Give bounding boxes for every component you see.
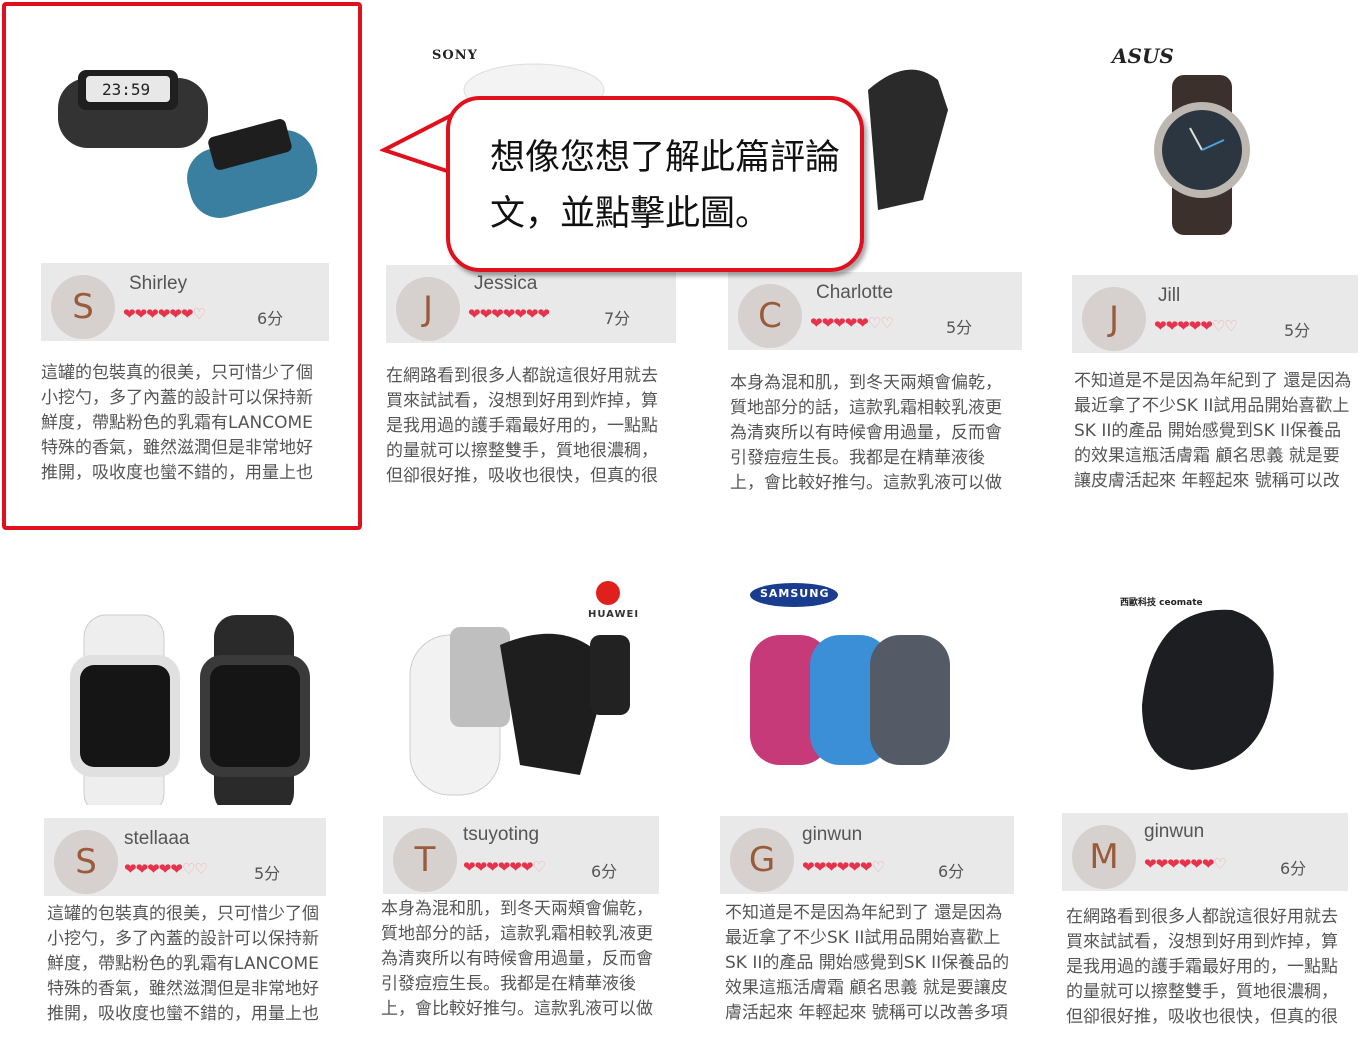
review-text: 在網路看到很多人都說這很好用就去買來試試看，沒想到好用到炸掉，算是我用過的護手霜… [1066,907,1338,1027]
reviewer-box: C Charlotte ❤❤❤❤❤♡♡ 5分 [728,272,1022,350]
reviewer-box: G ginwun ❤❤❤❤❤❤♡ 6分 [720,816,1014,894]
product-image[interactable] [44,565,364,816]
avatar: G [730,828,794,892]
avatar: C [738,284,802,348]
review-text: 不知道是不是因為年紀到了 還是因為最近拿了不少SK II試用品開始喜歡上SK I… [1074,371,1352,491]
avatar: T [393,828,457,892]
reviewer-box: T tsuyoting ❤❤❤❤❤❤♡ 6分 [383,816,659,894]
highlight-frame [2,2,362,530]
reviewer-name: Jill [1158,285,1181,306]
avatar: J [396,277,460,341]
rating-score: 5分 [946,318,973,337]
product-image[interactable]: HUAWEI [380,565,700,805]
review-text: 本身為混和肌，到冬天兩頰會偏乾，質地部分的話，這款乳霜相較乳液更為清爽所以有時候… [381,899,653,1019]
talkband-icon [409,581,630,796]
brand-logo: 西歐科技 ceomate [1120,598,1203,608]
rating-score: 7分 [604,309,631,328]
avatar: S [54,830,118,894]
reviewer-name: tsuyoting [463,824,540,845]
reviewer-name: Jessica [474,273,538,294]
review-text: 這罐的包裝真的很美，只可惜少了個小挖勺，多了內蓋的設計可以保持新鮮度，帶點粉色的… [47,904,319,1024]
rating-hearts: ❤❤❤❤❤♡♡ [124,860,208,878]
brand-logo: SONY [432,48,478,63]
reviewer-name: ginwun [802,824,863,845]
rating-score: 6分 [938,862,965,881]
review-text: 不知道是不是因為年紀到了 還是因為最近拿了不少SK II試用品開始喜歡上SK I… [725,903,1010,1023]
reviewer-box: J Jessica ❤❤❤❤❤❤❤ 7分 [386,265,676,343]
rating-score: 6分 [591,862,618,881]
brand-logo: SAMSUNG [760,587,830,600]
product-image[interactable]: ASUS [1072,0,1369,240]
reviewer-name: stellaaa [124,828,190,849]
rating-hearts: ❤❤❤❤❤❤♡ [802,858,885,876]
rating-score: 5分 [254,864,281,883]
brand-logo: ASUS [1112,44,1174,68]
rating-hearts: ❤❤❤❤❤❤♡ [1144,855,1227,873]
avatar: J [1082,287,1146,351]
reviewer-box: M ginwun ❤❤❤❤❤❤♡ 6分 [1062,813,1348,891]
smartwatch-pair-icon [70,614,310,816]
product-image[interactable]: SAMSUNG [720,565,1040,805]
reviewer-box: S stellaaa ❤❤❤❤❤♡♡ 5分 [44,818,326,896]
rating-hearts: ❤❤❤❤❤❤♡ [463,858,546,876]
reviewer-box: J Jill ❤❤❤❤❤♡♡ 5分 [1072,275,1358,353]
black-band-icon [1142,609,1274,770]
callout-text: 想像您想了解此篇評論文，並點擊此圖。 [490,138,841,234]
brand-logo: HUAWEI [588,609,640,620]
rating-hearts: ❤❤❤❤❤❤❤ [468,305,550,323]
asus-watch-icon [1154,75,1250,235]
rating-score: 5分 [1284,321,1311,340]
rating-hearts: ❤❤❤❤❤♡♡ [1154,317,1238,335]
product-image[interactable]: 西歐科技 ceomate [1062,565,1369,805]
avatar: M [1072,825,1136,889]
reviewer-name: ginwun [1144,821,1205,842]
instruction-callout: 想像您想了解此篇評論文，並點擊此圖。 [446,96,864,272]
review-text: 在網路看到很多人都說這很好用就去買來試試看，沒想到好用到炸掉，算是我用過的護手霜… [386,366,658,486]
rating-score: 6分 [1280,859,1307,878]
reviewer-name: Charlotte [816,282,894,303]
rating-hearts: ❤❤❤❤❤♡♡ [810,314,894,332]
review-text: 本身為混和肌，到冬天兩頰會偏乾，質地部分的話，這款乳霜相較乳液更為清爽所以有時候… [730,373,1002,493]
